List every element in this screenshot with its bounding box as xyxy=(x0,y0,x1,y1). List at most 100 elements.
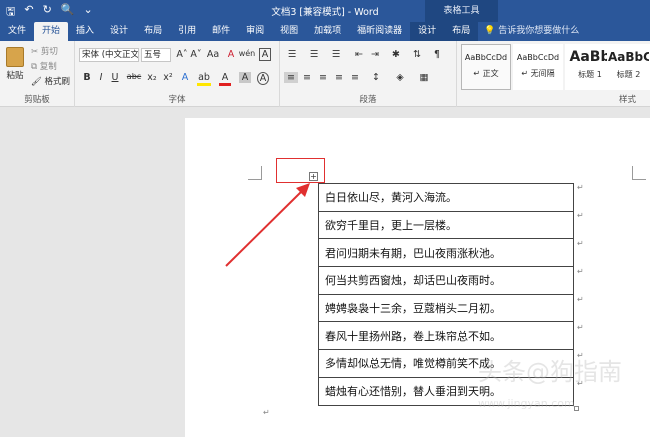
table-cell[interactable]: 欲穷千里目，更上一层楼。 xyxy=(318,210,574,240)
phonetic-guide-icon[interactable]: wén xyxy=(238,49,256,58)
borders-icon[interactable]: ▦ xyxy=(416,72,432,83)
underline-icon[interactable]: U xyxy=(109,72,121,83)
ribbon: 粘贴 ✂ 剪切 ⧉ 复制 🖌 格式刷 剪贴板 宋体 (中文正文) 五号 A˄ A… xyxy=(0,41,650,107)
font-group: 宋体 (中文正文) 五号 A˄ A˅ Aa A wén A B I U abc … xyxy=(75,41,280,107)
tab-home[interactable]: 开始 xyxy=(34,22,69,41)
paste-label: 粘贴 xyxy=(6,71,24,81)
italic-icon[interactable]: I xyxy=(95,72,107,83)
change-case-icon[interactable]: Aa xyxy=(205,49,221,60)
tab-layout[interactable]: 布局 xyxy=(136,22,170,41)
strikethrough-icon[interactable]: abc xyxy=(125,72,143,81)
increase-indent-icon[interactable]: ⇥ xyxy=(368,49,382,60)
paragraph-mark: ↵ xyxy=(577,295,584,304)
superscript-icon[interactable]: x² xyxy=(161,72,175,83)
paste-button[interactable]: 粘贴 xyxy=(4,47,26,81)
text-effects-icon[interactable]: A xyxy=(179,72,191,83)
tab-table-layout[interactable]: 布局 xyxy=(444,22,479,41)
paragraph-mark: ↵ xyxy=(577,211,584,220)
paste-icon xyxy=(6,47,24,67)
enclose-characters-icon[interactable]: A xyxy=(257,72,269,85)
paragraph-mark: ↵ xyxy=(577,323,584,332)
line-spacing-icon[interactable]: ↕ xyxy=(368,72,384,83)
character-border-icon[interactable]: A xyxy=(259,48,271,61)
character-shading-icon[interactable]: A xyxy=(239,72,251,83)
tell-me-label: 告诉我你想要做什么 xyxy=(498,26,580,36)
styles-group: AaBbCcDd ↵ 正文 AaBbCcDd ↵ 无间隔 AaBb 标题 1 A… xyxy=(457,41,650,107)
table-row[interactable]: 欲穷千里目，更上一层楼。 xyxy=(318,210,574,240)
table-cell[interactable]: 白日依山尽，黄河入海流。 xyxy=(318,183,574,212)
align-right-icon[interactable]: ≡ xyxy=(316,72,330,83)
table-row[interactable]: 娉娉袅袅十三余，豆蔻梢头二月初。 xyxy=(318,293,574,323)
clipboard-group-label: 剪贴板 xyxy=(24,95,50,105)
table-row[interactable]: 君问归期未有期，巴山夜雨涨秋池。 xyxy=(318,238,574,268)
align-center-icon[interactable]: ≡ xyxy=(300,72,314,83)
table-cell[interactable]: 何当共剪西窗烛，却话巴山夜雨时。 xyxy=(318,266,574,295)
tab-references[interactable]: 引用 xyxy=(170,22,204,41)
table-row[interactable]: 何当共剪西窗烛，却话巴山夜雨时。 xyxy=(318,266,574,295)
highlight-color-icon[interactable]: ab xyxy=(197,72,211,86)
title-bar: 🖫 ↶ ↻ 🔍 ⌄ 文档3 [兼容模式] - Word 表格工具 xyxy=(0,0,650,22)
annotation-highlight-box xyxy=(276,158,325,183)
watermark: 头条@狗指南 xyxy=(478,358,622,386)
tab-mailings[interactable]: 邮件 xyxy=(204,22,238,41)
format-painter-button[interactable]: 🖌 格式刷 xyxy=(31,75,70,87)
style-normal[interactable]: AaBbCcDd ↵ 正文 xyxy=(461,44,511,90)
tab-insert[interactable]: 插入 xyxy=(68,22,102,41)
table-row[interactable]: 春风十里扬州路，卷上珠帘总不如。 xyxy=(318,321,574,351)
paragraph-mark: ↵ xyxy=(577,239,584,248)
tab-review[interactable]: 审阅 xyxy=(238,22,272,41)
font-color-icon[interactable]: A xyxy=(219,72,231,86)
style-heading-2-name: 标题 2 xyxy=(616,70,641,79)
tell-me-search[interactable]: 💡 告诉我你想要做什么 xyxy=(484,22,579,41)
style-heading-2-sample: AaBbC xyxy=(608,50,649,64)
bullets-icon[interactable]: ☰ xyxy=(284,49,300,60)
table-cell[interactable]: 娉娉袅袅十三余，豆蔻梢头二月初。 xyxy=(318,293,574,323)
font-name-select[interactable]: 宋体 (中文正文) xyxy=(79,48,139,62)
tab-file[interactable]: 文件 xyxy=(0,22,35,41)
show-marks-icon[interactable]: ¶ xyxy=(430,49,444,60)
window-title: 文档3 [兼容模式] - Word xyxy=(271,7,379,18)
cut-button[interactable]: ✂ 剪切 xyxy=(31,45,58,57)
tab-foxit-reader[interactable]: 福昕阅读器 xyxy=(349,22,410,41)
tab-design[interactable]: 设计 xyxy=(102,22,136,41)
style-heading-2[interactable]: AaBbC 标题 2 xyxy=(607,44,650,90)
style-normal-sample: AaBbCcDd xyxy=(464,53,508,62)
shrink-font-icon[interactable]: A˅ xyxy=(189,49,203,60)
paragraph-group-label: 段落 xyxy=(359,95,377,105)
distributed-icon[interactable]: ≡ xyxy=(348,72,362,83)
style-normal-name: ↵ 正文 xyxy=(473,69,499,78)
multilevel-list-icon[interactable]: ☰ xyxy=(328,49,344,60)
styles-group-label: 样式 xyxy=(618,95,636,105)
table-cell[interactable]: 君问归期未有期，巴山夜雨涨秋池。 xyxy=(318,238,574,268)
tab-addins[interactable]: 加载项 xyxy=(306,22,349,41)
tab-table-design[interactable]: 设计 xyxy=(410,22,445,41)
subscript-icon[interactable]: x₂ xyxy=(145,72,159,83)
sort-icon[interactable]: ⇅ xyxy=(410,49,424,60)
font-group-label: 字体 xyxy=(168,95,186,105)
style-no-spacing-name: ↵ 无间隔 xyxy=(521,69,555,78)
clear-formatting-icon[interactable]: A xyxy=(225,49,237,60)
crop-mark-right xyxy=(632,166,646,180)
copy-button[interactable]: ⧉ 复制 xyxy=(31,60,57,72)
paragraph-mark: ↵ xyxy=(263,408,270,417)
lightbulb-icon: 💡 xyxy=(484,26,496,36)
paragraph-group: ☰ ☰ ☰ ⇤ ⇥ ✱ ⇅ ¶ ≡ ≡ ≡ ≡ ≡ ↕ ◈ ▦ 段落 xyxy=(280,41,457,107)
ribbon-tabs: 文件 开始 插入 设计 布局 引用 邮件 审阅 视图 加载项 福昕阅读器 设计 … xyxy=(0,22,650,41)
grow-font-icon[interactable]: A˄ xyxy=(175,49,189,60)
bold-icon[interactable]: B xyxy=(81,72,93,83)
numbering-icon[interactable]: ☰ xyxy=(306,49,322,60)
justify-icon[interactable]: ≡ xyxy=(332,72,346,83)
chinese-layout-icon[interactable]: ✱ xyxy=(388,49,404,60)
align-left-icon[interactable]: ≡ xyxy=(284,72,298,83)
style-no-spacing[interactable]: AaBbCcDd ↵ 无间隔 xyxy=(513,44,563,90)
shading-icon[interactable]: ◈ xyxy=(392,72,408,83)
table-tools-context-title: 表格工具 xyxy=(425,0,498,22)
tab-view[interactable]: 视图 xyxy=(272,22,306,41)
decrease-indent-icon[interactable]: ⇤ xyxy=(352,49,366,60)
table-cell[interactable]: 春风十里扬州路，卷上珠帘总不如。 xyxy=(318,321,574,351)
crop-mark-left xyxy=(248,166,262,180)
paragraph-mark: ↵ xyxy=(577,267,584,276)
table-row[interactable]: 白日依山尽，黄河入海流。 xyxy=(318,183,574,212)
watermark-sub: www.jingyan.com xyxy=(478,397,575,410)
font-size-select[interactable]: 五号 xyxy=(141,48,171,62)
